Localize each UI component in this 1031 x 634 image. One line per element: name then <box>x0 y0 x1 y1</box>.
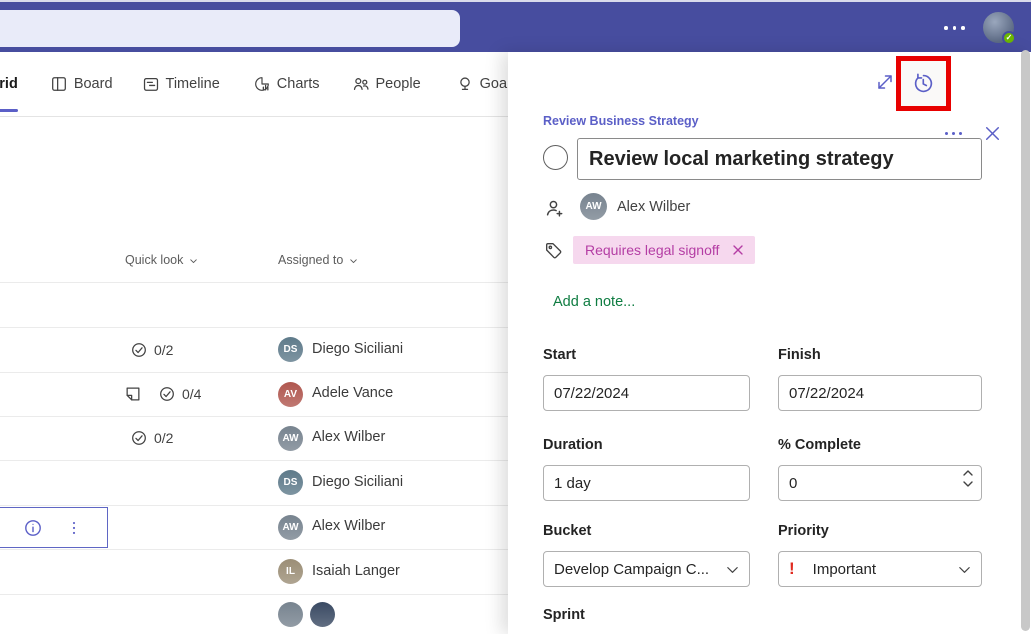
assignee-avatar: DS <box>278 337 303 362</box>
column-header-label: Quick look <box>125 253 184 267</box>
priority-label: Priority <box>778 523 829 539</box>
tab-timeline[interactable]: Timeline <box>142 52 220 117</box>
table-row[interactable]: 0/2 DS Diego Siciliani <box>0 327 520 372</box>
duration-label: Duration <box>543 437 603 453</box>
remove-tag-icon[interactable] <box>731 243 745 257</box>
column-header-assigned-to[interactable]: Assigned to <box>278 253 359 267</box>
teams-title-bar: ✓ <box>0 0 1031 52</box>
bucket-label: Bucket <box>543 523 592 539</box>
assignee-avatar: IL <box>278 559 303 584</box>
assignee-name: Diego Siciliani <box>312 473 404 490</box>
history-icon[interactable] <box>912 72 935 95</box>
percent-complete-stepper <box>778 465 982 501</box>
checklist-count: 0/2 <box>154 341 174 358</box>
column-header-label: Assigned to <box>278 253 344 267</box>
checklist-icon <box>130 429 148 447</box>
column-header-quick-look[interactable]: Quick look <box>125 253 199 267</box>
panel-more-icon[interactable] <box>945 132 962 135</box>
expand-panel-icon[interactable] <box>875 72 895 92</box>
window-top-edge <box>0 0 1031 2</box>
breadcrumb-link[interactable]: Review Business Strategy <box>543 114 699 128</box>
close-icon[interactable] <box>982 123 1003 144</box>
person-add-icon[interactable] <box>544 198 565 219</box>
kebab-menu-icon[interactable] <box>65 519 83 537</box>
finish-label: Finish <box>778 347 821 363</box>
table-row[interactable]: 0/2 AW Alex Wilber <box>0 416 520 460</box>
panel-scrollbar[interactable] <box>1021 50 1030 631</box>
percent-complete-input[interactable] <box>778 465 982 501</box>
assignee-name: Alex Wilber <box>312 429 386 445</box>
tab-label: Charts <box>276 76 320 92</box>
note-icon <box>124 385 142 403</box>
assignee-avatar: AW <box>278 425 303 451</box>
assignee-name: Isaiah Langer <box>312 562 400 579</box>
timeline-icon <box>142 75 160 93</box>
duration-input[interactable] <box>543 465 750 501</box>
tab-board[interactable]: Board <box>50 52 113 117</box>
sprint-label: Sprint <box>543 607 585 623</box>
priority-value: Important <box>812 560 877 578</box>
row-divider <box>0 282 520 283</box>
add-note-link[interactable]: Add a note... <box>553 294 635 310</box>
assignee-name: Adele Vance <box>312 385 394 401</box>
tab-label: Timeline <box>165 76 220 92</box>
selected-row-actions <box>0 507 108 548</box>
assignee-name: Alex Wilber <box>312 518 386 534</box>
chevron-down-icon <box>725 562 740 577</box>
tab-label: Grid <box>0 76 18 92</box>
board-icon <box>50 75 68 93</box>
table-row[interactable]: DS Diego Siciliani <box>0 460 520 505</box>
checklist-count: 0/4 <box>182 386 202 402</box>
goals-icon <box>456 75 474 93</box>
info-icon[interactable] <box>23 518 43 538</box>
tab-grid[interactable]: Grid <box>0 52 18 117</box>
tag-icon <box>543 240 564 261</box>
annotation-highlight-box <box>896 56 951 111</box>
table-row[interactable]: IL Isaiah Langer <box>0 549 520 594</box>
bucket-select[interactable]: Develop Campaign C... <box>543 551 750 587</box>
tab-people[interactable]: People <box>352 52 421 117</box>
assignee-avatar: AV <box>278 381 303 407</box>
assignee-name: Alex Wilber <box>617 199 691 215</box>
tab-charts[interactable]: Charts <box>253 52 320 117</box>
presence-available-icon: ✓ <box>1002 31 1016 45</box>
assignee-avatar: DS <box>278 470 303 495</box>
bucket-value: Develop Campaign C... <box>554 560 710 578</box>
table-row[interactable] <box>0 594 520 634</box>
people-icon <box>352 75 370 93</box>
assignee-name: Diego Siciliani <box>312 340 404 357</box>
more-options-icon[interactable] <box>944 26 965 30</box>
priority-select[interactable]: ! Important <box>778 551 982 587</box>
assignee-avatar <box>310 601 335 627</box>
charts-icon <box>253 75 271 93</box>
assignee-avatar: AW <box>278 514 303 540</box>
finish-date-input[interactable] <box>778 375 982 411</box>
tab-label: People <box>375 76 421 92</box>
tab-label: Board <box>73 76 113 92</box>
percent-complete-label: % Complete <box>778 437 861 453</box>
checklist-count: 0/2 <box>154 430 174 446</box>
chevron-down-icon <box>188 255 199 266</box>
checklist-icon <box>158 385 176 403</box>
priority-important-icon: ! <box>789 559 795 578</box>
task-title-input[interactable] <box>577 138 982 180</box>
task-details-panel: Review Business Strategy AW Alex Wilber … <box>508 52 1031 634</box>
tag-label: Requires legal signoff <box>585 242 720 258</box>
start-date-input[interactable] <box>543 375 750 411</box>
tag-chip: Requires legal signoff <box>573 236 756 264</box>
assignee-avatar <box>278 601 303 627</box>
stepper-arrows-icon[interactable] <box>962 469 974 488</box>
chevron-down-icon <box>957 562 972 577</box>
start-label: Start <box>543 347 577 363</box>
assignee-avatar: AW <box>580 193 607 220</box>
search-input[interactable] <box>0 10 460 47</box>
mark-complete-radio[interactable] <box>543 145 568 170</box>
table-row[interactable]: 0/4 AV Adele Vance <box>0 372 520 416</box>
avatar[interactable]: ✓ <box>983 12 1016 45</box>
checklist-icon <box>130 341 148 359</box>
chevron-down-icon <box>348 255 359 266</box>
table-row[interactable]: AW Alex Wilber <box>0 505 520 549</box>
app-window: ✓ GridBoardTimelineChartsPeopleGoals Qui… <box>0 0 1031 634</box>
